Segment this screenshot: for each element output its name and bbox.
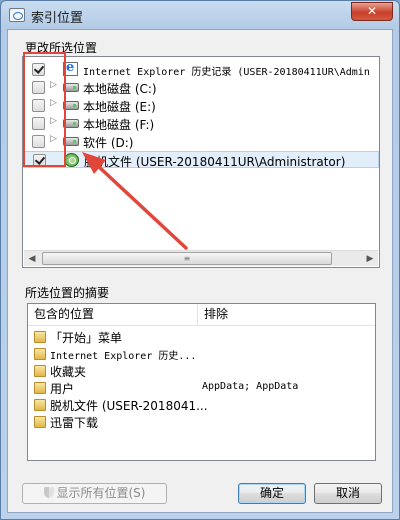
included-location: Internet Explorer 历史... — [50, 351, 197, 362]
folder-icon — [34, 365, 46, 377]
included-location: 迅雷下载 — [50, 416, 99, 430]
locations-tree[interactable]: ◀ ≡ ▶ Internet Explorer 历史记录 (USER-20180… — [22, 56, 380, 268]
excluded-items: AppData; AppData — [202, 381, 299, 392]
close-button[interactable]: ✕ — [351, 2, 393, 21]
location-row[interactable]: Internet Explorer 历史记录 (USER-20180411UR\… — [23, 60, 379, 78]
summary-label: 所选位置的摘要 — [25, 286, 110, 300]
summary-row: 收藏夹 — [28, 363, 375, 379]
ok-button[interactable]: 确定 — [238, 483, 306, 504]
folder-icon — [34, 348, 46, 360]
scroll-right-arrow-icon[interactable]: ▶ — [362, 251, 378, 267]
location-label: 本地磁盘 (F:) — [83, 118, 155, 132]
summary-row: Internet Explorer 历史... — [28, 346, 375, 362]
annotation-highlight-box — [23, 52, 66, 167]
location-label: 本地磁盘 (C:) — [83, 82, 157, 96]
summary-row: 「开始」菜单 — [28, 329, 375, 345]
summary-row: 迅雷下载 — [28, 414, 375, 430]
summary-list[interactable]: 包含的位置 排除 「开始」菜单 Internet Explorer 历史... 收藏… — [27, 303, 376, 461]
folder-icon — [34, 399, 46, 411]
summary-row: 用户 AppData; AppData — [28, 380, 375, 396]
folder-icon — [34, 416, 46, 428]
folder-icon — [34, 331, 46, 343]
location-row[interactable]: 脱机文件 (USER-20180411UR\Administrator) — [23, 151, 379, 169]
indexing-options-icon — [9, 8, 25, 22]
location-row[interactable]: ▷ 软件 (D:) — [23, 133, 379, 150]
location-label: Internet Explorer 历史记录 (USER-20180411UR\… — [83, 67, 370, 78]
show-all-locations-button[interactable]: 显示所有位置(S) — [22, 483, 167, 504]
summary-row: 脱机文件 (USER-2018041... — [28, 397, 375, 413]
horizontal-scrollbar[interactable]: ◀ ≡ ▶ — [24, 250, 378, 266]
location-row[interactable]: ▷ 本地磁盘 (C:) — [23, 79, 379, 96]
column-header-excluded[interactable]: 排除 — [198, 304, 375, 326]
offline-files-icon — [64, 153, 79, 167]
scrollbar-thumb[interactable]: ≡ — [42, 252, 332, 265]
show-all-label: 显示所有位置(S) — [56, 486, 146, 500]
column-header-included[interactable]: 包含的位置 — [28, 304, 198, 326]
window-title: 索引位置 — [31, 11, 84, 26]
shield-icon — [43, 487, 54, 498]
cancel-button[interactable]: 取消 — [314, 483, 382, 504]
location-label: 本地磁盘 (E:) — [83, 100, 156, 114]
folder-icon — [34, 382, 46, 394]
location-label: 软件 (D:) — [83, 136, 134, 150]
included-location: 「开始」菜单 — [50, 331, 123, 345]
location-label: 脱机文件 (USER-20180411UR\Administrator) — [84, 155, 346, 169]
location-row[interactable]: ▷ 本地磁盘 (E:) — [23, 97, 379, 114]
included-location: 脱机文件 (USER-2018041... — [50, 399, 208, 413]
scroll-left-arrow-icon[interactable]: ◀ — [24, 251, 40, 267]
included-location: 收藏夹 — [50, 365, 87, 379]
included-location: 用户 — [50, 382, 75, 396]
location-row[interactable]: ▷ 本地磁盘 (F:) — [23, 115, 379, 132]
title-bar: 索引位置 ✕ — [1, 1, 399, 29]
